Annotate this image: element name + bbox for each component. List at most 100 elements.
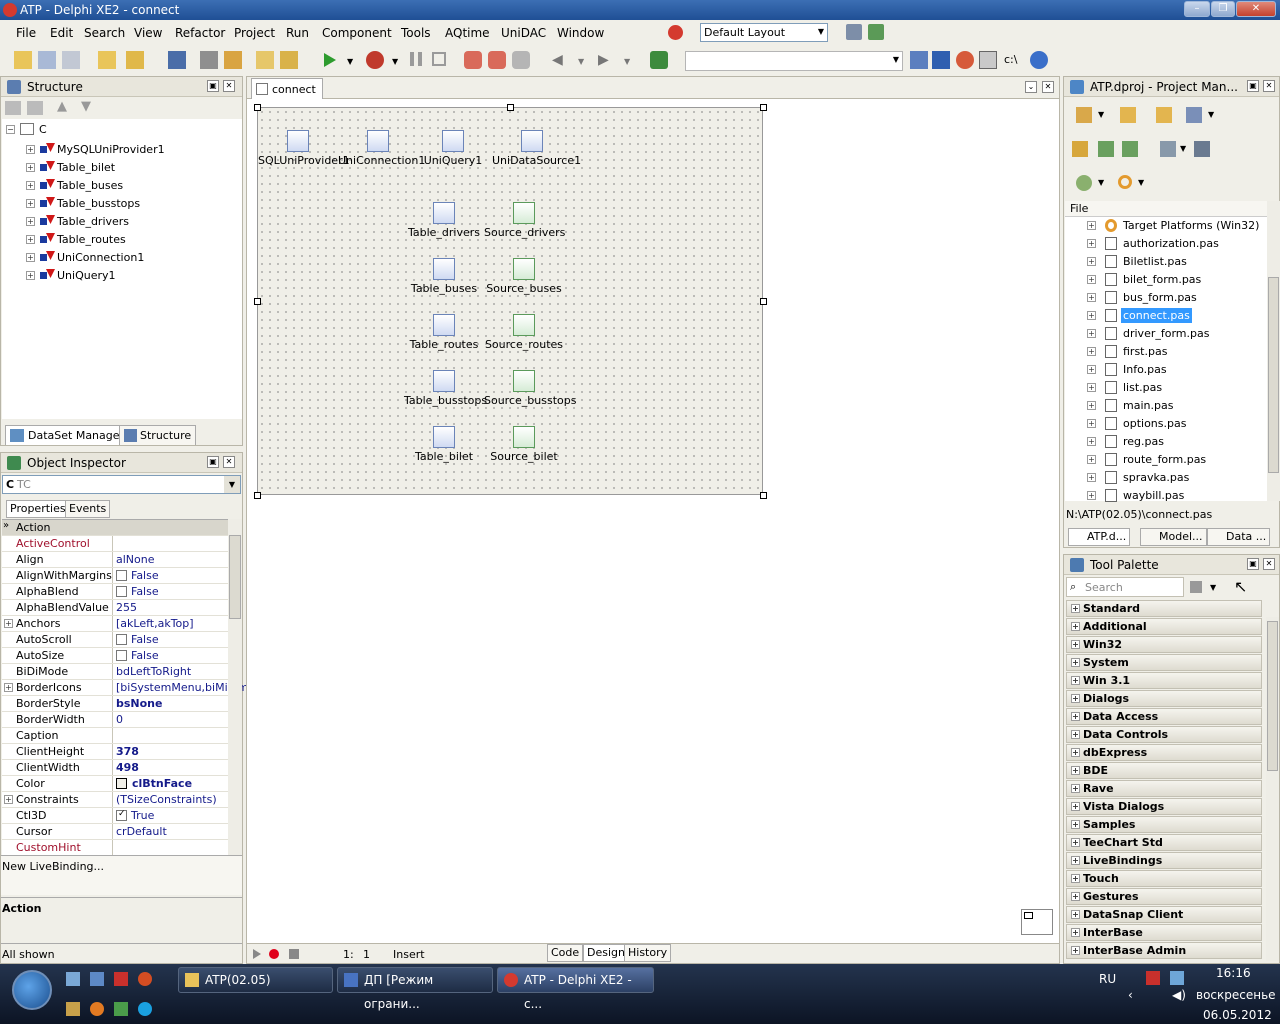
project-file-item[interactable]: + driver_form.pas (1065, 325, 1265, 343)
project-file-item[interactable]: + main.pas (1065, 397, 1265, 415)
property-value[interactable]: (TSizeConstraints) (116, 793, 217, 806)
play-macro-icon[interactable] (253, 949, 261, 959)
property-value[interactable]: bdLeftToRight (116, 665, 191, 678)
datasource-component[interactable]: Source_drivers (484, 202, 565, 239)
project-file-item[interactable]: + options.pas (1065, 415, 1265, 433)
open-icon[interactable] (126, 51, 144, 69)
project-file-item[interactable]: + authorization.pas (1065, 235, 1265, 253)
palette-category[interactable]: + Data Controls (1066, 726, 1262, 743)
help-book-icon[interactable] (650, 51, 668, 69)
property-row[interactable]: Caption (2, 728, 228, 744)
network-icon[interactable] (1170, 971, 1184, 985)
tab-list-icon[interactable]: ⌄ (1025, 81, 1037, 93)
expand-icon[interactable]: + (4, 619, 13, 628)
run-dropdown-icon[interactable]: ▼ (347, 57, 353, 66)
layout-select[interactable]: Default Layout ▼ (700, 23, 828, 42)
categories-icon[interactable] (1190, 581, 1202, 593)
save-layout-icon[interactable] (846, 24, 862, 40)
pin-icon[interactable]: ▣ (207, 80, 219, 92)
close-icon[interactable]: ✕ (1263, 558, 1275, 570)
property-row[interactable]: ActiveControl (2, 536, 228, 552)
menu-window[interactable]: Window (557, 26, 604, 40)
resize-handle[interactable] (760, 298, 767, 305)
property-row[interactable]: AutoScroll False (2, 632, 228, 648)
project-file-item[interactable]: + reg.pas (1065, 433, 1265, 451)
checkbox[interactable] (116, 650, 127, 661)
set-layout-icon[interactable] (868, 24, 884, 40)
property-row[interactable]: + BorderIcons [biSystemMenu,biMinim (2, 680, 248, 696)
start-button[interactable] (12, 970, 52, 1010)
help-icon[interactable] (1030, 51, 1048, 69)
expand-icon[interactable]: + (26, 199, 35, 208)
utility-icon[interactable] (114, 1002, 128, 1016)
palette-category[interactable]: + Win 3.1 (1066, 672, 1262, 689)
datasource-component[interactable]: Source_buses (484, 258, 564, 295)
property-value[interactable]: [akLeft,akTop] (116, 617, 194, 630)
forward-dropdown-icon[interactable]: ▼ (624, 57, 630, 66)
tree-item[interactable]: + Table_busstops (2, 195, 240, 213)
tab-history[interactable]: History (624, 944, 672, 962)
property-value[interactable]: False (131, 633, 159, 646)
down-arrow-icon[interactable]: ▼ (81, 99, 91, 114)
nonvisual-component[interactable]: UniConnection1 (338, 130, 425, 167)
palette-category[interactable]: + InterBase Admin (1066, 942, 1262, 959)
project-file-item[interactable]: + Info.pas (1065, 361, 1265, 379)
trace-into-icon[interactable] (464, 51, 482, 69)
tab-project[interactable]: ATP.d... (1068, 528, 1131, 546)
chart-icon[interactable] (956, 51, 974, 69)
pin-icon[interactable]: ▣ (1247, 558, 1259, 570)
minimize-button[interactable]: – (1184, 1, 1210, 17)
property-value[interactable]: False (131, 585, 159, 598)
property-scrollbar[interactable] (228, 519, 242, 855)
property-row[interactable]: Color clBtnFace (2, 776, 228, 792)
tab-properties[interactable]: Properties (6, 500, 70, 518)
menu-file[interactable]: File (16, 26, 36, 40)
chevron-down-icon[interactable]: ▼ (1180, 144, 1186, 153)
menu-edit[interactable]: Edit (50, 26, 73, 40)
new-icon[interactable] (98, 51, 116, 69)
search-files-icon[interactable] (932, 51, 950, 69)
expand-icon[interactable]: + (1087, 293, 1096, 302)
palette-category[interactable]: + Gestures (1066, 888, 1262, 905)
property-row[interactable]: + Anchors [akLeft,akTop] (2, 616, 228, 632)
view-icon[interactable] (1186, 107, 1202, 123)
scroll-thumb[interactable] (229, 535, 241, 619)
palette-category[interactable]: + DataSnap Client (1066, 906, 1262, 923)
resize-handle[interactable] (254, 104, 261, 111)
project-file-item[interactable]: + bus_form.pas (1065, 289, 1265, 307)
menu-search[interactable]: Search (84, 26, 125, 40)
project-file-item[interactable]: + bilet_form.pas (1065, 271, 1265, 289)
component-selector[interactable]: C TC ▼ (2, 475, 241, 494)
property-row[interactable]: » Action (2, 520, 228, 536)
property-value[interactable]: alNone (116, 553, 155, 566)
palette-category[interactable]: + Win32 (1066, 636, 1262, 653)
property-row[interactable]: AutoSize False (2, 648, 228, 664)
property-value[interactable]: 255 (116, 601, 137, 614)
tree-root-label[interactable]: C (39, 123, 47, 136)
resize-handle[interactable] (254, 298, 261, 305)
property-value[interactable]: crDefault (116, 825, 167, 838)
palette-category[interactable]: + Touch (1066, 870, 1262, 887)
add-new-project-icon[interactable] (1120, 107, 1136, 123)
file-column-header[interactable]: File (1065, 201, 1267, 217)
command-prompt-icon[interactable]: c:\ (1004, 53, 1017, 66)
run-without-debug-icon[interactable] (366, 51, 384, 69)
property-value[interactable]: False (131, 569, 159, 582)
record-macro-icon[interactable] (269, 949, 279, 959)
table-component[interactable]: Table_routes (404, 314, 484, 351)
project-file-item[interactable]: + spravka.pas (1065, 469, 1265, 487)
language-indicator[interactable]: RU (1099, 972, 1116, 986)
open-project-icon[interactable] (38, 51, 56, 69)
collapse-icon[interactable] (1122, 141, 1138, 157)
remove-from-project-icon[interactable] (280, 51, 298, 69)
menu-component[interactable]: Component (322, 26, 392, 40)
reopen-icon[interactable] (224, 51, 242, 69)
checkbox[interactable]: ✓ (116, 809, 127, 821)
property-value[interactable]: False (131, 649, 159, 662)
property-row[interactable]: ClientWidth 498 (2, 760, 228, 776)
property-value[interactable]: 498 (116, 761, 139, 774)
property-value[interactable]: clBtnFace (132, 777, 192, 790)
collapse-icon[interactable]: − (6, 125, 15, 134)
property-row[interactable]: BorderWidth 0 (2, 712, 228, 728)
menu-view[interactable]: View (134, 26, 162, 40)
